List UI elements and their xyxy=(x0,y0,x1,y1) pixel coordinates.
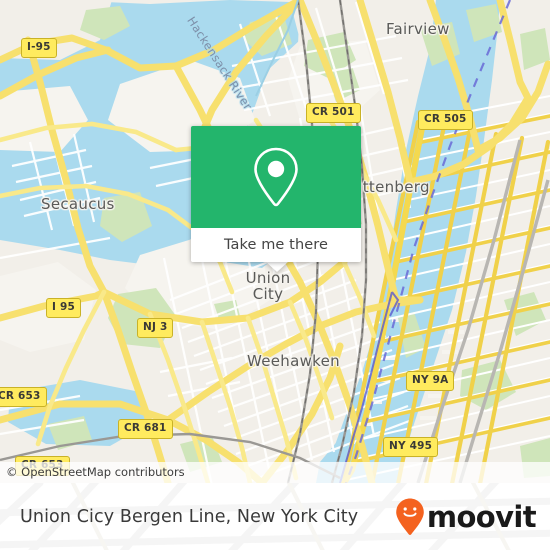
map-attribution[interactable]: © OpenStreetMap contributors xyxy=(0,462,550,483)
road-shield-i95-south: I 95 xyxy=(46,298,81,318)
road-shield-cr501: CR 501 xyxy=(306,103,361,123)
road-shield-i95-north: I-95 xyxy=(21,38,57,58)
moovit-logo[interactable]: moovit xyxy=(395,483,537,550)
popup-image-area xyxy=(191,126,361,228)
popup-pointer xyxy=(265,261,289,272)
road-shield-ny9a: NY 9A xyxy=(406,371,455,391)
road-shield-nj3: NJ 3 xyxy=(137,318,174,338)
moovit-wordmark: moovit xyxy=(426,499,537,534)
moovit-smiley-pin-icon xyxy=(396,498,424,535)
location-popup-card[interactable]: Take me there xyxy=(191,126,361,262)
road-shield-ny495: NY 495 xyxy=(383,437,439,457)
location-pin-icon xyxy=(254,147,298,207)
road-shield-cr681: CR 681 xyxy=(118,419,173,439)
road-shield-cr653-upper: CR 653 xyxy=(0,387,47,407)
moovit-map-screenshot: Hackensack River Fairview Secaucus Gutte… xyxy=(0,0,550,550)
footer-route-title: Union Cicy Bergen Line, New York City xyxy=(20,506,359,527)
road-shield-cr505: CR 505 xyxy=(418,110,473,130)
footer-bar: Union Cicy Bergen Line, New York City mo… xyxy=(0,483,550,550)
take-me-there-button[interactable]: Take me there xyxy=(191,228,361,262)
